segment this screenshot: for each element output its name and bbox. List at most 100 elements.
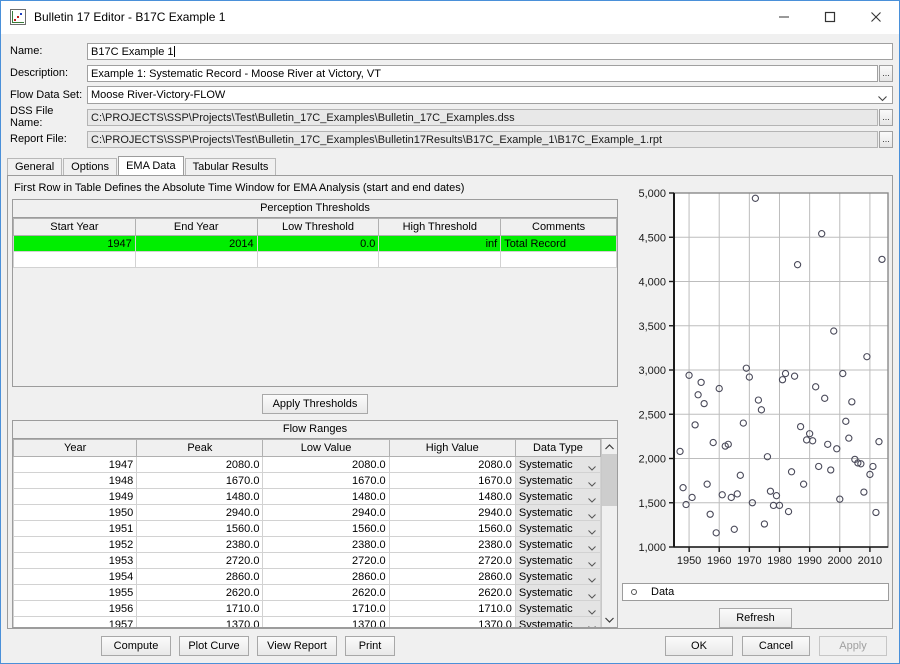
table-row[interactable]: 1957 1370.0 1370.0 1370.0 Systematic bbox=[13, 616, 601, 627]
cell-high-value[interactable]: 1370.0 bbox=[388, 616, 516, 627]
table-row[interactable]: 1948 1670.0 1670.0 1670.0 Systematic bbox=[13, 472, 601, 489]
cell-data-type[interactable]: Systematic bbox=[514, 472, 601, 489]
description-input[interactable]: Example 1: Systematic Record - Moose Riv… bbox=[87, 64, 878, 82]
cell-low-value[interactable]: 1370.0 bbox=[262, 616, 390, 627]
cell-data-type[interactable]: Systematic bbox=[514, 616, 601, 627]
tab-tabular-results[interactable]: Tabular Results bbox=[184, 158, 277, 175]
cell-year[interactable]: 1948 bbox=[13, 472, 138, 489]
scroll-down-icon[interactable] bbox=[602, 612, 617, 627]
dss-file-browse-button[interactable]: ... bbox=[879, 108, 893, 126]
cell-year[interactable]: 1952 bbox=[13, 536, 138, 553]
cell-year[interactable]: 1957 bbox=[13, 616, 138, 627]
table-row[interactable]: 1947 2080.0 2080.0 2080.0 Systematic bbox=[13, 456, 601, 473]
table-row[interactable]: 1947 2014 0.0 inf Total Record bbox=[13, 235, 617, 252]
col-high-threshold[interactable]: High Threshold bbox=[378, 218, 502, 236]
cell-year[interactable]: 1947 bbox=[13, 456, 138, 473]
cell-high-value[interactable]: 1670.0 bbox=[388, 472, 516, 489]
perception-thresholds-empty-area[interactable] bbox=[13, 268, 617, 386]
cell-peak[interactable]: 2620.0 bbox=[136, 584, 264, 601]
refresh-button[interactable]: Refresh bbox=[719, 608, 792, 628]
flow-ranges-table[interactable]: Year Peak Low Value High Value Data Type… bbox=[13, 439, 601, 627]
report-file-browse-button[interactable]: ... bbox=[879, 130, 893, 148]
cell-end-year[interactable]: 2014 bbox=[134, 235, 258, 252]
cell-low-value[interactable]: 2860.0 bbox=[262, 568, 390, 585]
cell-low-value[interactable]: 1560.0 bbox=[262, 520, 390, 537]
cell-year[interactable]: 1956 bbox=[13, 600, 138, 617]
cell-data-type[interactable]: Systematic bbox=[514, 488, 601, 505]
name-input[interactable]: B17C Example 1 bbox=[87, 42, 893, 60]
compute-button[interactable]: Compute bbox=[101, 636, 171, 656]
minimize-icon[interactable] bbox=[761, 1, 807, 33]
col-end-year[interactable]: End Year bbox=[134, 218, 258, 236]
cell-high-value[interactable]: 2620.0 bbox=[388, 584, 516, 601]
perception-thresholds-table[interactable]: Start Year End Year Low Threshold High T… bbox=[13, 218, 617, 268]
apply-thresholds-button[interactable]: Apply Thresholds bbox=[261, 394, 369, 414]
table-row[interactable]: 1956 1710.0 1710.0 1710.0 Systematic bbox=[13, 600, 601, 617]
table-row[interactable]: 1955 2620.0 2620.0 2620.0 Systematic bbox=[13, 584, 601, 601]
cell-peak[interactable]: 1480.0 bbox=[136, 488, 264, 505]
cell-end-year[interactable] bbox=[134, 251, 258, 268]
cell-high-value[interactable]: 1480.0 bbox=[388, 488, 516, 505]
scrollbar-thumb[interactable] bbox=[602, 454, 617, 506]
col-peak[interactable]: Peak bbox=[136, 439, 264, 457]
cell-peak[interactable]: 2720.0 bbox=[136, 552, 264, 569]
cell-year[interactable]: 1950 bbox=[13, 504, 138, 521]
cell-low-value[interactable]: 2080.0 bbox=[262, 456, 390, 473]
cell-high-value[interactable]: 2940.0 bbox=[388, 504, 516, 521]
cell-high-value[interactable]: 2860.0 bbox=[388, 568, 516, 585]
cell-data-type[interactable]: Systematic bbox=[514, 536, 601, 553]
cell-peak[interactable]: 1370.0 bbox=[136, 616, 264, 627]
cell-low-value[interactable]: 2940.0 bbox=[262, 504, 390, 521]
ok-button[interactable]: OK bbox=[665, 636, 733, 656]
report-file-input[interactable]: C:\PROJECTS\SSP\Projects\Test\Bulletin_1… bbox=[87, 130, 878, 148]
cell-peak[interactable]: 2380.0 bbox=[136, 536, 264, 553]
cell-low-value[interactable]: 2620.0 bbox=[262, 584, 390, 601]
flow-data-set-select[interactable]: Moose River-Victory-FLOW bbox=[87, 86, 893, 104]
col-comments[interactable]: Comments bbox=[500, 218, 617, 236]
cell-high-value[interactable]: 2080.0 bbox=[388, 456, 516, 473]
data-scatter-chart[interactable]: 1,000 1,500 2,000 2,500 3,000 3,500 4,000 4,500… bbox=[622, 179, 889, 581]
close-icon[interactable] bbox=[853, 1, 899, 33]
cell-start-year[interactable] bbox=[13, 251, 136, 268]
cell-low-value[interactable]: 2380.0 bbox=[262, 536, 390, 553]
cell-year[interactable]: 1954 bbox=[13, 568, 138, 585]
cell-start-year[interactable]: 1947 bbox=[13, 235, 136, 252]
dss-file-input[interactable]: C:\PROJECTS\SSP\Projects\Test\Bulletin_1… bbox=[87, 108, 878, 126]
col-start-year[interactable]: Start Year bbox=[13, 218, 136, 236]
table-row[interactable]: 1954 2860.0 2860.0 2860.0 Systematic bbox=[13, 568, 601, 585]
tab-general[interactable]: General bbox=[7, 158, 63, 175]
cell-year[interactable]: 1949 bbox=[13, 488, 138, 505]
flow-ranges-grid[interactable]: Year Peak Low Value High Value Data Type… bbox=[13, 439, 601, 627]
cell-high-value[interactable]: 2380.0 bbox=[388, 536, 516, 553]
cell-low-threshold[interactable]: 0.0 bbox=[256, 235, 380, 252]
cell-data-type[interactable]: Systematic bbox=[514, 584, 601, 601]
cell-data-type[interactable]: Systematic bbox=[514, 568, 601, 585]
cell-low-value[interactable]: 1710.0 bbox=[262, 600, 390, 617]
table-row[interactable]: 1953 2720.0 2720.0 2720.0 Systematic bbox=[13, 552, 601, 569]
cell-data-type[interactable]: Systematic bbox=[514, 504, 601, 521]
tab-ema-data[interactable]: EMA Data bbox=[118, 156, 184, 175]
col-low-value[interactable]: Low Value bbox=[262, 439, 390, 457]
cancel-button[interactable]: Cancel bbox=[742, 636, 810, 656]
table-row[interactable]: 1949 1480.0 1480.0 1480.0 Systematic bbox=[13, 488, 601, 505]
description-browse-button[interactable]: ... bbox=[879, 64, 893, 82]
cell-high-threshold[interactable]: inf bbox=[378, 235, 502, 252]
table-row[interactable]: 1950 2940.0 2940.0 2940.0 Systematic bbox=[13, 504, 601, 521]
cell-year[interactable]: 1953 bbox=[13, 552, 138, 569]
cell-peak[interactable]: 2860.0 bbox=[136, 568, 264, 585]
cell-comments[interactable]: Total Record bbox=[500, 235, 617, 252]
cell-low-value[interactable]: 1480.0 bbox=[262, 488, 390, 505]
cell-year[interactable]: 1951 bbox=[13, 520, 138, 537]
cell-data-type[interactable]: Systematic bbox=[514, 552, 601, 569]
cell-low-threshold[interactable] bbox=[256, 251, 380, 268]
table-row[interactable]: 1951 1560.0 1560.0 1560.0 Systematic bbox=[13, 520, 601, 537]
cell-high-value[interactable]: 1710.0 bbox=[388, 600, 516, 617]
cell-data-type[interactable]: Systematic bbox=[514, 520, 601, 537]
col-data-type[interactable]: Data Type bbox=[514, 439, 601, 457]
cell-peak[interactable]: 1670.0 bbox=[136, 472, 264, 489]
tab-options[interactable]: Options bbox=[63, 158, 118, 175]
col-high-value[interactable]: High Value bbox=[388, 439, 516, 457]
cell-data-type[interactable]: Systematic bbox=[514, 456, 601, 473]
cell-data-type[interactable]: Systematic bbox=[514, 600, 601, 617]
cell-year[interactable]: 1955 bbox=[13, 584, 138, 601]
